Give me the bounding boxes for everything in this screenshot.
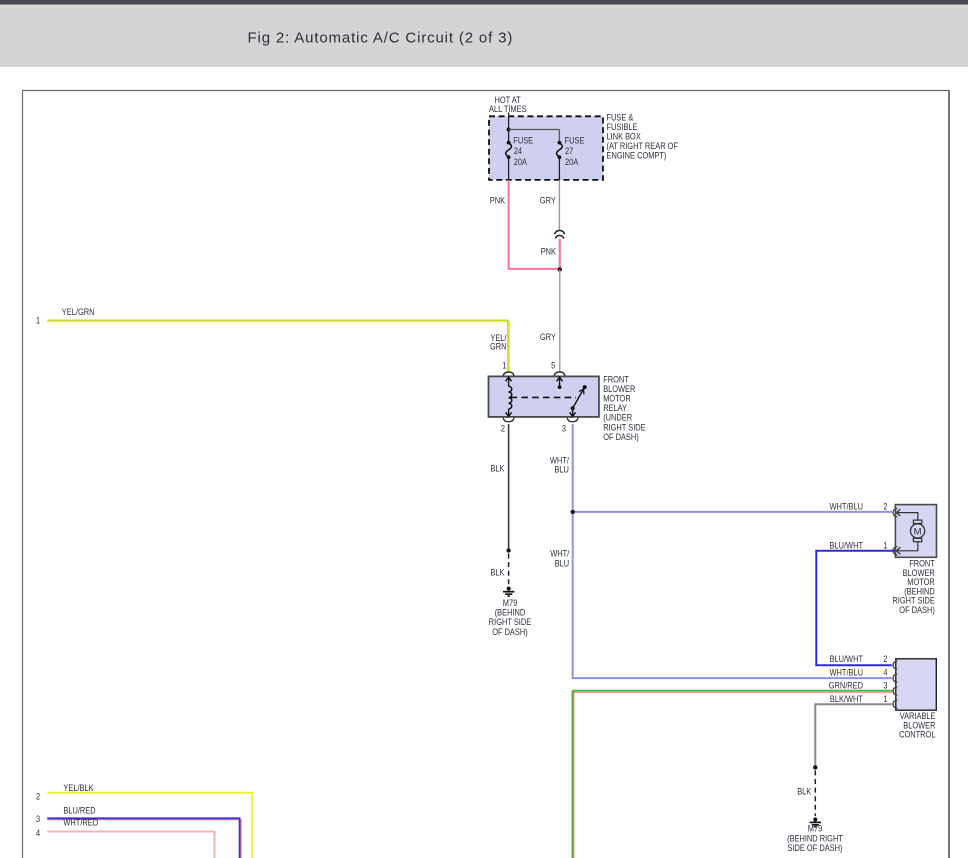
- svg-text:YEL/BLK: YEL/BLK: [63, 783, 93, 793]
- svg-text:SIDE OF DASH): SIDE OF DASH): [788, 843, 843, 853]
- svg-text:Fig 2: Automatic A/C Circuit (: Fig 2: Automatic A/C Circuit (2 of 3): [248, 29, 514, 46]
- svg-text:BLU: BLU: [554, 465, 569, 475]
- svg-text:YEL/GRN: YEL/GRN: [62, 307, 95, 317]
- svg-text:GRN/RED: GRN/RED: [829, 681, 863, 691]
- svg-text:RIGHT SIDE: RIGHT SIDE: [489, 617, 532, 627]
- svg-text:2: 2: [883, 654, 887, 664]
- svg-text:WHT/BLU: WHT/BLU: [830, 668, 864, 678]
- svg-text:BLK/WHT: BLK/WHT: [830, 694, 864, 704]
- svg-text:27: 27: [565, 146, 573, 156]
- svg-text:M79: M79: [503, 598, 518, 608]
- svg-text:2: 2: [501, 424, 505, 434]
- svg-text:BLU/RED: BLU/RED: [63, 805, 95, 815]
- svg-text:FUSE: FUSE: [565, 135, 585, 145]
- svg-text:(BEHIND: (BEHIND: [495, 608, 526, 618]
- svg-text:2: 2: [883, 502, 887, 512]
- svg-text:FUSE &: FUSE &: [607, 112, 634, 122]
- svg-text:(BEHIND RIGHT: (BEHIND RIGHT: [787, 833, 843, 843]
- svg-text:PNK: PNK: [541, 246, 556, 256]
- svg-text:BLOWER: BLOWER: [603, 384, 635, 394]
- svg-text:BLK: BLK: [797, 787, 811, 797]
- svg-text:GRY: GRY: [540, 196, 556, 206]
- svg-text:GRN: GRN: [490, 342, 507, 352]
- svg-text:BLU/WHT: BLU/WHT: [830, 540, 864, 550]
- svg-text:(AT RIGHT REAR OF: (AT RIGHT REAR OF: [607, 141, 679, 151]
- svg-text:3: 3: [36, 814, 40, 824]
- svg-text:1: 1: [36, 316, 40, 326]
- svg-text:1: 1: [502, 360, 506, 370]
- svg-text:WHT/BLU: WHT/BLU: [830, 502, 864, 512]
- svg-text:WHT/RED: WHT/RED: [63, 818, 98, 828]
- svg-text:2: 2: [36, 792, 40, 802]
- svg-text:5: 5: [551, 360, 555, 370]
- svg-text:3: 3: [883, 681, 887, 691]
- svg-text:OF DASH): OF DASH): [899, 605, 935, 615]
- svg-text:FRONT: FRONT: [603, 374, 629, 384]
- svg-text:ENGINE COMPT): ENGINE COMPT): [607, 151, 667, 161]
- svg-text:LINK BOX: LINK BOX: [607, 132, 641, 142]
- svg-text:FUSE: FUSE: [513, 135, 533, 145]
- svg-text:(UNDER: (UNDER: [603, 413, 632, 423]
- svg-text:M: M: [914, 526, 922, 537]
- svg-text:BLU: BLU: [555, 558, 570, 568]
- svg-text:MOTOR: MOTOR: [603, 394, 631, 404]
- svg-text:GRY: GRY: [540, 332, 556, 342]
- svg-text:24: 24: [514, 146, 522, 156]
- svg-text:PNK: PNK: [490, 196, 505, 206]
- svg-text:OF DASH): OF DASH): [492, 627, 528, 637]
- svg-text:BLK: BLK: [490, 464, 504, 474]
- svg-text:BLU/WHT: BLU/WHT: [830, 654, 864, 664]
- svg-text:RIGHT SIDE: RIGHT SIDE: [603, 422, 646, 432]
- svg-text:M79: M79: [808, 824, 823, 834]
- svg-text:4: 4: [36, 828, 40, 838]
- svg-text:RELAY: RELAY: [603, 403, 627, 413]
- svg-text:1: 1: [883, 540, 887, 550]
- svg-text:FUSIBLE: FUSIBLE: [607, 122, 638, 132]
- svg-text:OF DASH): OF DASH): [603, 432, 639, 442]
- svg-text:WHT/: WHT/: [550, 548, 569, 558]
- svg-text:BLK: BLK: [490, 568, 504, 578]
- svg-text:3: 3: [562, 424, 566, 434]
- svg-text:20A: 20A: [565, 157, 578, 167]
- svg-text:4: 4: [883, 668, 887, 678]
- svg-text:CONTROL: CONTROL: [899, 730, 935, 740]
- svg-text:ALL TIMES: ALL TIMES: [489, 104, 527, 114]
- svg-text:1: 1: [883, 694, 887, 704]
- svg-text:20A: 20A: [514, 157, 527, 167]
